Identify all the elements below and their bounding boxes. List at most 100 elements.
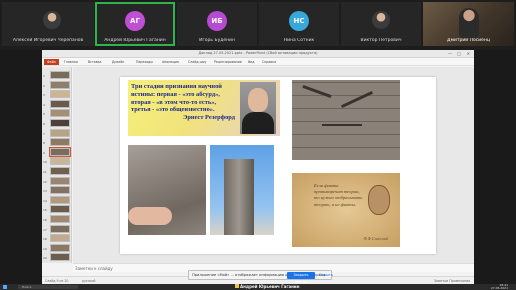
slide-thumbnail[interactable] [50,167,70,175]
wall-seam [322,124,362,126]
slide-thumbnail[interactable] [50,176,70,185]
rutherford-portrait [240,82,276,134]
title-bar: Доклад 27.05.2021.pptx - PowerPoint (Сбо… [42,50,474,58]
thumbnail-number: 17 [43,227,47,232]
tab-animations[interactable]: Анимация [162,60,179,64]
tab-slideshow[interactable]: Слайд-шоу [188,60,206,64]
slide-thumbnail[interactable] [50,234,70,243]
tab-help[interactable]: Справка [262,60,276,64]
screen-share-banner: Приложение «Мой» ... отображает информац… [188,270,333,284]
tab-review[interactable]: Рецензирование [214,60,242,64]
parchment-line: противоречат теории, [314,189,360,195]
slide-counter: Слайд 9 из 20 [45,279,69,283]
presenter-name: Андрей Юрьевич Гаганин [240,284,300,289]
windows-start-icon[interactable] [3,285,7,289]
slide-editor: Три стадии признания научной истины: пер… [73,67,474,263]
slide-thumbnail[interactable] [50,195,70,204]
participant-tile-active[interactable]: АГ Андрей Юрьевич Гаганин [95,2,175,46]
slide-thumbnail[interactable] [50,128,70,137]
parchment-line: Если факты [314,183,339,188]
notes-placeholder: Заметки к слайду [75,266,113,271]
thumbnail-number: 14 [43,198,47,203]
slide-thumbnail[interactable] [50,215,70,223]
slide-thumbnail[interactable] [50,90,70,99]
tab-home[interactable]: Главная [64,60,78,64]
slide-thumbnail[interactable] [50,186,70,195]
participants-strip: Алексей Игоревич Черепанов АГ Андрей Юрь… [0,0,516,50]
slide-thumbnail[interactable] [50,205,70,214]
maximize-icon[interactable]: □ [457,51,461,56]
slide-thumbnail[interactable] [50,243,70,252]
slide-thumbnail[interactable] [50,253,70,262]
thumbnail-number: 3 [43,93,45,98]
quote-line: истины: первая - «это абсурд», [131,90,220,98]
notes-toggle[interactable]: Заметки Примечания [434,279,470,283]
shared-screen-window: Доклад 27.05.2021.pptx - PowerPoint (Сбо… [42,50,474,284]
slide-thumbnail[interactable] [50,138,70,147]
parchment-text: Если факты противоречат теории, то нужно… [314,183,364,208]
participant-name: Нина Сотник [283,38,315,43]
portrait-body [242,112,274,134]
thumbnail-number: 12 [43,179,47,184]
participant-name: Виктор Петрович [360,38,402,43]
wall-seam [340,90,374,109]
tab-view[interactable]: Вид [248,60,254,64]
thumbnail-number: 11 [43,170,47,174]
close-icon[interactable]: ✕ [467,51,470,56]
participant-name: Андрей Юрьевич Гаганин [104,38,166,43]
slide-thumbnails-pane[interactable]: 1 2 3 4 5 6 7 8 9 10 11 12 13 14 15 16 17 18 19 20 [42,67,72,263]
tab-insert[interactable]: Вставка [88,60,102,64]
quote-line: третья - «это общеизвестно». [131,106,215,114]
slide-thumbnail[interactable] [50,157,70,166]
minimize-icon[interactable]: — [448,51,452,56]
participant-avatar [43,11,61,29]
slide-thumbnail[interactable] [50,109,70,118]
participant-tile[interactable]: Виктор Петрович [341,2,421,46]
thumbnail-number: 13 [43,189,47,194]
taskbar: Поиск Андрей Юрьевич Гаганин 18:41 27.05… [0,284,516,290]
presenter-icon [235,284,239,288]
tab-file[interactable]: Файл [44,59,59,65]
quote-text: Три стадии признания научной истины: пер… [131,83,237,122]
slide-thumbnail[interactable] [50,71,70,79]
hand-on-stone [128,207,172,225]
thumbnail-number: 19 [43,246,47,251]
camera-person [459,8,479,38]
participant-tile[interactable]: ИБ Игорь Будёнин [177,2,257,46]
participant-avatar: АГ [125,11,145,31]
thumbnail-number: 20 [43,256,47,261]
taskbar-search[interactable]: Поиск [18,285,78,289]
current-slide[interactable]: Три стадии признания научной истины: пер… [120,77,436,254]
wall-seam [302,84,332,99]
system-clock[interactable]: 18:41 27.05.2021 [491,284,508,290]
quote-line: Три стадии признания научной [131,83,222,90]
thumbnail-number: 1 [43,74,45,78]
hide-banner-button[interactable]: Скрыть [319,273,333,277]
thumbnail-number: 7 [43,131,45,136]
thumbnail-number: 9 [43,150,45,155]
participant-tile[interactable]: Алексей Игоревич Черепанов [2,2,94,46]
slide-thumbnail[interactable] [50,119,70,127]
window-title: Доклад 27.05.2021.pptx - PowerPoint (Сбо… [198,51,318,55]
slide-thumbnail[interactable] [50,99,70,108]
stone-pillar-photo [210,145,274,235]
parchment-line: теорию, а не факты. [314,201,356,207]
thumbnail-number: 16 [43,218,47,222]
slide-thumbnail[interactable] [50,224,70,233]
participant-tile[interactable]: НС Нина Сотник [259,2,339,46]
stop-sharing-button[interactable]: Закрыть доступ [287,272,315,284]
quote-box: Три стадии признания научной истины: пер… [128,80,280,136]
participant-avatar: ИБ [207,11,227,31]
participant-avatar [372,11,390,29]
slide-thumbnail[interactable] [49,146,71,157]
participant-video-tile[interactable]: Дмитрий Лосиенц [423,2,514,46]
participant-name: Алексей Игоревич Черепанов [12,38,84,43]
screen: Алексей Игоревич Черепанов АГ Андрей Юрь… [0,0,516,290]
slide-thumbnail[interactable] [50,80,70,89]
tab-design[interactable]: Дизайн [112,60,124,64]
thumbnail-number: 5 [43,112,45,117]
tab-transitions[interactable]: Переходы [136,60,153,64]
thumbnail-number: 4 [43,102,45,107]
thumbnail-number: 2 [43,83,45,88]
portrait-face [248,88,268,112]
